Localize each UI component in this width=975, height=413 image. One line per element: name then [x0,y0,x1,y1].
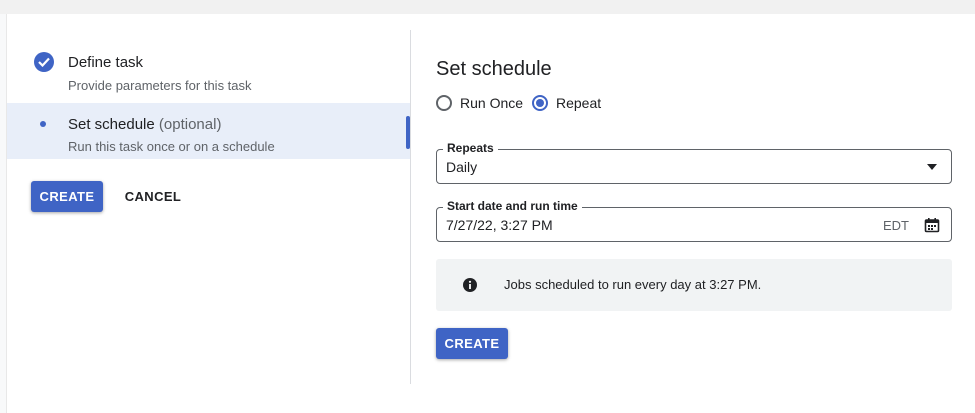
run-once-radio[interactable] [436,95,452,111]
panel-divider [410,30,411,384]
step-define-task[interactable]: Define task Provide parameters for this … [7,30,410,102]
step-title: Define task [68,54,144,71]
check-icon [34,52,54,72]
dropdown-arrow-icon[interactable] [927,164,937,170]
timezone-label: EDT [883,218,909,233]
repeats-value: Daily [446,159,478,175]
cancel-button[interactable]: CANCEL [115,181,191,212]
run-once-label[interactable]: Run Once [460,95,523,111]
stepper-panel: Define task Provide parameters for this … [7,30,410,384]
repeat-radio[interactable] [532,95,548,111]
info-banner: Jobs scheduled to run every day at 3:27 … [436,259,952,311]
info-icon [463,278,477,297]
start-datetime-field[interactable]: Start date and run time 7/27/22, 3:27 PM… [436,199,952,242]
repeat-label[interactable]: Repeat [556,95,601,111]
calendar-icon[interactable] [924,217,940,238]
step-subtitle: Run this task once or on a schedule [68,139,275,154]
step-title: Set schedule (optional) [68,116,221,133]
create-button[interactable]: CREATE [31,181,103,212]
top-bar [0,0,975,14]
start-datetime-label: Start date and run time [443,199,582,213]
info-message: Jobs scheduled to run every day at 3:27 … [504,277,762,292]
step-subtitle: Provide parameters for this task [68,78,252,93]
radio-selected-dot [536,99,544,107]
repeats-select[interactable]: Repeats Daily [436,141,952,184]
set-schedule-title: Set schedule [436,58,552,80]
repeats-label: Repeats [443,141,498,155]
step-title-text: Set schedule [68,116,155,133]
start-datetime-value[interactable]: 7/27/22, 3:27 PM [446,217,553,233]
left-edge-strip [0,14,7,413]
active-step-dot-icon [40,121,46,127]
optional-label: (optional) [158,116,222,133]
schedule-create-button[interactable]: CREATE [436,328,508,359]
step-set-schedule[interactable]: Set schedule (optional) Run this task on… [7,103,410,159]
